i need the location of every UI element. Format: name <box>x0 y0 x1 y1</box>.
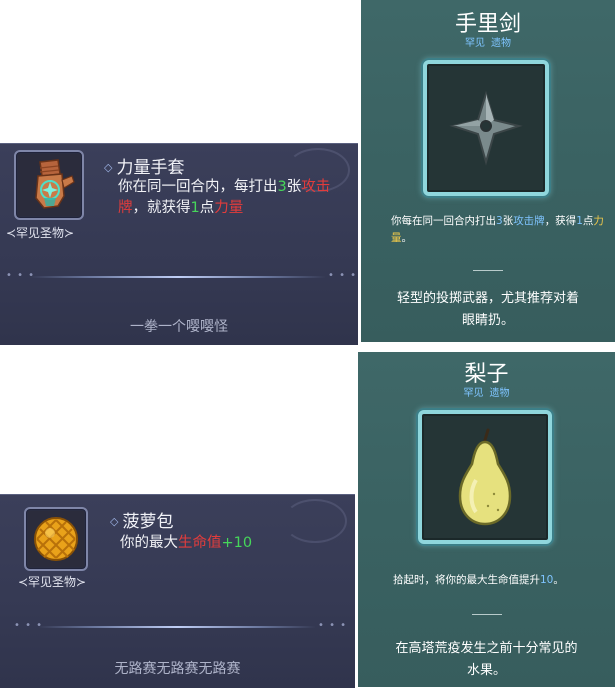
diamond-bullet-icon: ◇ <box>104 161 113 174</box>
relic-image-frame <box>423 60 549 196</box>
relic-image-frame <box>418 410 552 544</box>
pineapple-bun-icon <box>28 511 84 567</box>
relic-tooltip-strength-glove: ≺罕见圣物≻ ◇ 力量手套 你在同一回合内，每打出3张攻击牌，就获得1点力量 • … <box>0 143 358 345</box>
relic-description: 你在同一回合内，每打出3张攻击牌，就获得1点力量 <box>118 179 331 216</box>
separator-dots-right: • • • <box>328 270 358 281</box>
relic-icon-frame <box>24 507 88 571</box>
panel-description: 拾起时，将你的最大生命值提升10。 <box>393 574 564 586</box>
relic-detail-panel-pear: 梨子 罕见 遗物 拾起时，将你的最大生命值提升10。 在高塔荒疫发生之前十分常见的… <box>358 352 615 687</box>
rarity-tag: ≺罕见圣物≻ <box>6 226 75 240</box>
panel-flavor-text: 在高塔荒疫发生之前十分常见的 水果。 <box>395 641 578 678</box>
divider-line <box>473 270 503 271</box>
gauntlet-icon <box>18 154 80 216</box>
panel-flavor-text: 轻型的投掷武器，尤其推荐对着 眼睛扔。 <box>396 291 579 328</box>
relic-icon-frame <box>14 150 84 220</box>
diamond-bullet-icon: ◇ <box>110 515 119 528</box>
pear-icon <box>458 428 512 526</box>
flavor-text: 无路赛无路赛无路赛 <box>114 661 241 677</box>
relic-name: ◇ 力量手套 <box>104 158 185 178</box>
rarity-tag: ≺罕见圣物≻ <box>18 575 87 589</box>
panel-description: 你每在同一回合内打出3张攻击牌，获得1点力量。 <box>391 215 604 244</box>
separator-dots-right: • • • <box>318 620 348 631</box>
relic-tooltip-pineapple-bun: ≺罕见圣物≻ ◇ 菠萝包 你的最大生命值+10 • • • • • • 无路赛无路… <box>0 494 355 688</box>
relic-description: 你的最大生命值+10 <box>120 535 253 551</box>
relic-name: ◇ 菠萝包 <box>110 512 174 532</box>
separator-line <box>30 276 326 278</box>
separator-line <box>38 626 316 628</box>
divider-line <box>472 614 502 615</box>
relic-detail-panel-shuriken: 手里剑 罕见 遗物 你每在同一回合内打出3张攻击牌，获得1点力量。 轻型的投掷武器… <box>361 0 615 342</box>
panel-subtitle: 罕见 遗物 <box>463 388 510 399</box>
shuriken-icon <box>449 90 523 166</box>
flavor-text: 一拳一个嘤嘤怪 <box>130 319 228 335</box>
panel-subtitle: 罕见 遗物 <box>465 38 511 49</box>
